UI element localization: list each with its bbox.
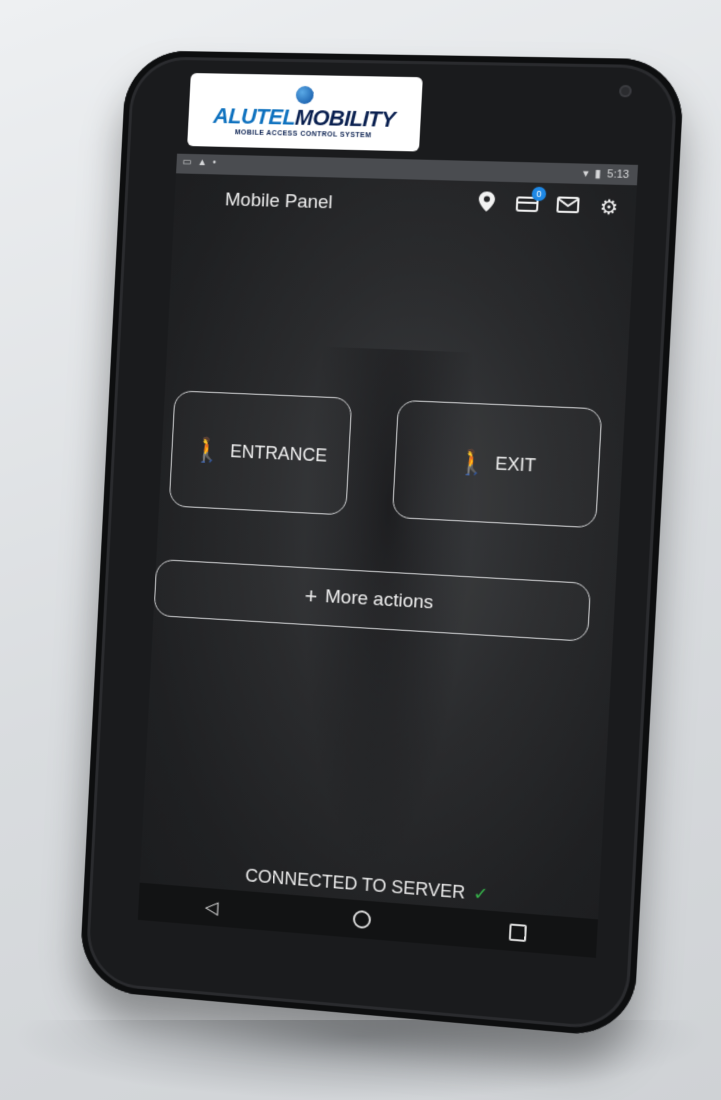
home-icon[interactable] xyxy=(353,910,372,929)
device-screen: ▭ ▲ • ▾ ▮ 5:13 Mobile Panel 0 ⚙ 🚶 ENTRAN… xyxy=(138,154,638,958)
plus-icon: + xyxy=(304,583,318,610)
exit-label: EXIT xyxy=(495,453,537,476)
settings-icon[interactable]: ⚙ xyxy=(596,195,622,220)
device-shadow xyxy=(10,1020,710,1100)
walking-person-icon: 🚶 xyxy=(193,435,223,465)
warning-icon: ▲ xyxy=(197,157,207,168)
cards-icon[interactable]: 0 xyxy=(514,193,540,218)
recents-icon[interactable] xyxy=(509,923,527,942)
location-pin-icon: • xyxy=(212,157,216,168)
entrance-button[interactable]: 🚶 ENTRANCE xyxy=(169,390,353,515)
brand-wordmark: ALUTELMOBILITY xyxy=(213,105,396,131)
back-icon[interactable]: ◁ xyxy=(205,896,219,918)
tablet-device: ALUTELMOBILITY MOBILE ACCESS CONTROL SYS… xyxy=(79,50,685,1038)
status-time: 5:13 xyxy=(607,168,630,181)
exit-button[interactable]: 🚶 EXIT xyxy=(392,400,603,529)
wifi-icon: ▾ xyxy=(583,167,589,180)
check-icon: ✓ xyxy=(473,883,489,904)
brand-logo: ALUTELMOBILITY MOBILE ACCESS CONTROL SYS… xyxy=(187,73,423,152)
location-icon[interactable] xyxy=(474,191,500,218)
cards-badge: 0 xyxy=(531,187,546,202)
front-camera xyxy=(619,85,632,97)
mail-icon[interactable] xyxy=(555,194,581,219)
page-title: Mobile Panel xyxy=(224,189,333,214)
walking-person-icon: 🚶 xyxy=(456,447,488,478)
globe-icon xyxy=(296,86,315,104)
screenshot-icon: ▭ xyxy=(182,157,192,168)
app-bar-actions: 0 ⚙ xyxy=(474,191,622,221)
more-actions-label: More actions xyxy=(325,586,434,614)
status-notifications: ▭ ▲ • xyxy=(182,157,216,169)
battery-icon: ▮ xyxy=(594,167,601,180)
status-system: ▾ ▮ 5:13 xyxy=(583,167,630,181)
entrance-label: ENTRANCE xyxy=(230,441,328,466)
